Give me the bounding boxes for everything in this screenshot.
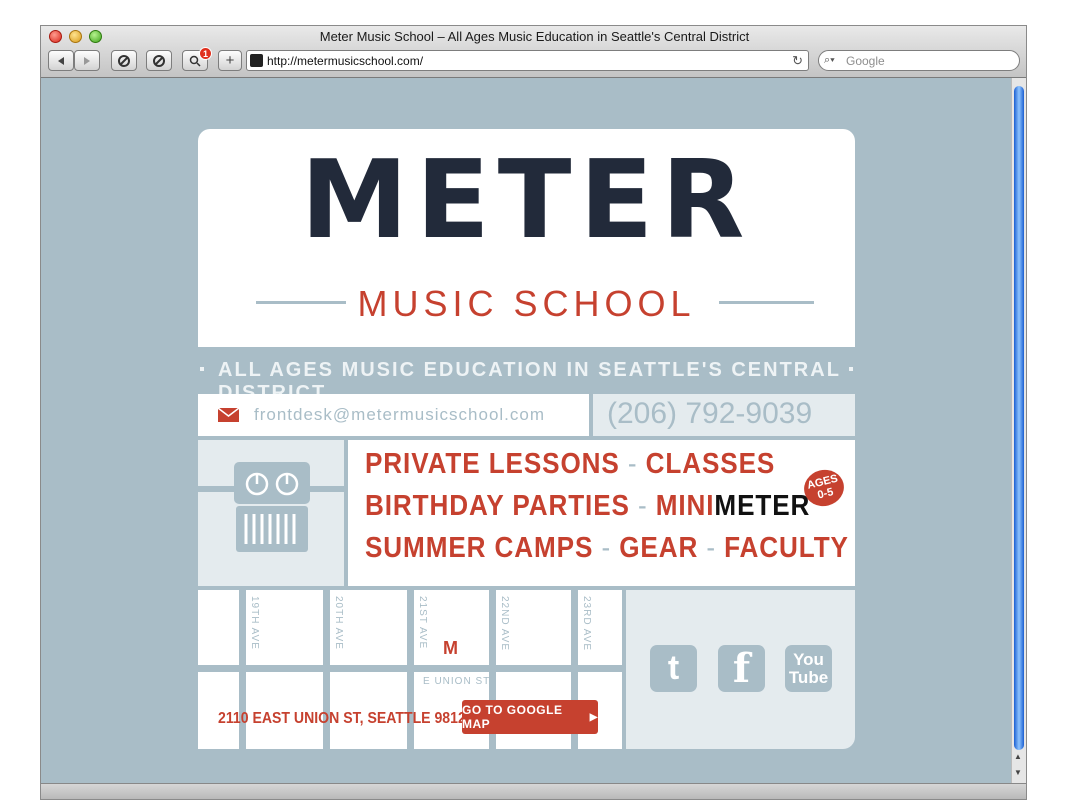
- tagline-dot-left: [200, 367, 204, 371]
- bookmark-icon: [118, 54, 130, 67]
- site-card: METER MUSIC SCHOOL ALL AGES MUSIC EDUCAT…: [198, 129, 855, 749]
- email-row[interactable]: frontdesk@metermusicschool.com: [198, 394, 589, 436]
- edit-button[interactable]: [146, 50, 172, 71]
- add-bookmark-button[interactable]: +: [218, 50, 242, 71]
- separator: -: [627, 448, 638, 480]
- map-block: [198, 590, 239, 665]
- music-school-subtitle: MUSIC SCHOOL: [357, 283, 696, 324]
- robot-illustration-box: [198, 440, 344, 586]
- scrollbar-thumb[interactable]: [1014, 86, 1024, 750]
- school-map-marker[interactable]: M: [443, 638, 458, 659]
- envelope-icon: [218, 408, 239, 422]
- url-text: http://metermusicschool.com/: [267, 54, 424, 68]
- forward-button[interactable]: [74, 50, 100, 71]
- logo-box: METER MUSIC SCHOOL: [198, 129, 855, 347]
- scroll-up-arrow-icon[interactable]: ▲: [1014, 752, 1022, 761]
- private-lessons-link[interactable]: PRIVATE LESSONS: [365, 448, 620, 480]
- amp-robot-icon: [198, 462, 344, 552]
- minimeter-mini: MINI: [655, 490, 715, 522]
- browser-toolbar: Meter Music School – All Ages Music Educ…: [41, 26, 1026, 78]
- youtube-line2: Tube: [788, 667, 829, 687]
- program-links: PRIVATE LESSONS - CLASSES BIRTHDAY PARTI…: [348, 440, 855, 586]
- social-links: t f You Tube: [626, 590, 855, 749]
- notification-badge: 1: [199, 47, 212, 60]
- minimeter-meter: METER: [714, 490, 811, 522]
- pencil-icon: [153, 54, 165, 67]
- birthday-parties-link[interactable]: BIRTHDAY PARTIES: [365, 490, 630, 522]
- chevron-right-icon: ▶: [589, 711, 598, 723]
- separator: -: [706, 532, 716, 564]
- tagline-dot-right: [849, 367, 853, 371]
- map-area[interactable]: 19TH AVE 20TH AVE 21ST AVE 22ND AVE 23RD…: [198, 590, 622, 749]
- google-map-button[interactable]: GO TO GOOGLE MAP ▶: [462, 700, 598, 734]
- classes-link[interactable]: CLASSES: [646, 448, 776, 480]
- address-bar[interactable]: http://metermusicschool.com/ ↻: [246, 50, 809, 71]
- back-button[interactable]: [48, 50, 74, 71]
- minimeter-link[interactable]: MINIMETER: [656, 490, 811, 522]
- email-link[interactable]: frontdesk@metermusicschool.com: [254, 405, 545, 425]
- scroll-down-arrow-icon[interactable]: ▼: [1014, 768, 1022, 777]
- links-row-3: SUMMER CAMPS - GEAR - FACULTY: [365, 532, 849, 565]
- street-label: 21ST AVE: [417, 596, 428, 650]
- window-title: Meter Music School – All Ages Music Educ…: [319, 29, 750, 44]
- separator: -: [637, 490, 648, 522]
- reload-icon[interactable]: ↻: [792, 53, 803, 69]
- links-row-1: PRIVATE LESSONS - CLASSES: [365, 448, 775, 481]
- gear-link[interactable]: GEAR: [619, 532, 698, 564]
- forward-arrow-icon: [84, 56, 90, 65]
- faculty-link[interactable]: FACULTY: [724, 532, 849, 564]
- search-placeholder: Google: [846, 54, 885, 68]
- google-map-button-label: GO TO GOOGLE MAP: [462, 703, 563, 731]
- meter-logo[interactable]: METER: [198, 147, 855, 255]
- search-icon: ⌕▾: [824, 54, 835, 66]
- back-arrow-icon: [58, 56, 64, 65]
- twitter-icon[interactable]: t: [650, 645, 697, 692]
- street-label: 22ND AVE: [499, 596, 510, 652]
- status-bar: [41, 783, 1026, 799]
- search-field[interactable]: ⌕▾ Google: [818, 50, 1020, 71]
- facebook-icon[interactable]: f: [718, 645, 765, 692]
- ages-badge: AGES 0-5: [800, 465, 848, 511]
- links-row-2: BIRTHDAY PARTIES - MINIMETER: [365, 490, 810, 523]
- site-favicon-icon: [250, 54, 263, 67]
- browser-window: Meter Music School – All Ages Music Educ…: [40, 25, 1027, 800]
- separator: -: [601, 532, 612, 564]
- street-label: 19TH AVE: [249, 596, 260, 650]
- street-label: 23RD AVE: [581, 596, 592, 652]
- street-label: 20TH AVE: [333, 596, 344, 650]
- youtube-icon[interactable]: You Tube: [785, 645, 832, 692]
- youtube-line1: You: [793, 649, 824, 669]
- phone-number: (206) 792-9039: [607, 397, 813, 430]
- bookmark-button[interactable]: [111, 50, 137, 71]
- cross-street-label: E UNION ST: [423, 676, 491, 687]
- summer-camps-link[interactable]: SUMMER CAMPS: [365, 532, 593, 564]
- phone-row: (206) 792-9039: [593, 394, 855, 436]
- street-address: 2110 EAST UNION ST, SEATTLE 98122: [218, 710, 474, 727]
- vertical-scrollbar[interactable]: ▲ ▼: [1011, 78, 1026, 786]
